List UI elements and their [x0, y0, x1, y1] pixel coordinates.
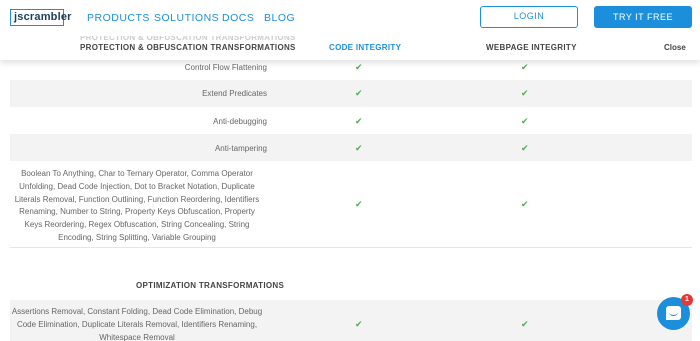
feature-label: Extend Predicates	[202, 89, 267, 98]
column-header-code-integrity: CODE INTEGRITY	[329, 43, 402, 52]
check-icon: ✔	[521, 199, 529, 209]
table-row: Boolean To Anything, Char to Ternary Ope…	[10, 161, 692, 248]
comparison-header: PROTECTION & OBFUSCATION TRANSFORMATIONS…	[0, 33, 700, 60]
check-icon: ✔	[355, 143, 363, 153]
check-icon: ✔	[355, 199, 363, 209]
feature-label: Anti-debugging	[213, 117, 267, 126]
check-icon: ✔	[355, 88, 363, 98]
check-icon: ✔	[355, 116, 363, 126]
check-icon: ✔	[521, 88, 529, 98]
table-row: Anti-debugging ✔ ✔	[10, 107, 692, 134]
top-navbar: jscrambler PRODUCTS SOLUTIONS DOCS BLOG …	[0, 0, 700, 36]
nav-solutions[interactable]: SOLUTIONS	[154, 12, 219, 24]
column-header-transformations: PROTECTION & OBFUSCATION TRANSFORMATIONS	[80, 43, 296, 52]
table-row: Assertions Removal, Constant Folding, De…	[10, 300, 692, 341]
try-it-free-button[interactable]: TRY IT FREE	[594, 6, 692, 28]
check-icon: ✔	[355, 62, 363, 72]
table-row: Anti-tampering ✔ ✔	[10, 134, 692, 161]
check-icon: ✔	[521, 319, 529, 329]
chat-icon	[666, 306, 681, 320]
feature-label: Boolean To Anything, Char to Ternary Ope…	[14, 169, 260, 242]
check-icon: ✔	[521, 143, 529, 153]
notification-badge: 1	[681, 294, 693, 306]
check-icon: ✔	[355, 319, 363, 329]
login-button[interactable]: LOGIN	[480, 6, 578, 28]
column-header-webpage-integrity: WEBPAGE INTEGRITY	[486, 43, 577, 52]
close-button[interactable]: Close	[664, 43, 686, 52]
nav-blog[interactable]: BLOG	[264, 12, 295, 24]
check-icon: ✔	[521, 62, 529, 72]
feature-label: Control Flow Flattening	[184, 63, 267, 72]
jscrambler-logo[interactable]: jscrambler	[10, 9, 71, 26]
feature-label: Assertions Removal, Constant Folding, De…	[11, 307, 263, 341]
section-title-optimization: OPTIMIZATION TRANSFORMATIONS	[136, 281, 285, 290]
nav-docs[interactable]: DOCS	[222, 12, 254, 24]
check-icon: ✔	[521, 116, 529, 126]
feature-label: Anti-tampering	[214, 144, 267, 153]
nav-products[interactable]: PRODUCTS	[87, 12, 150, 24]
table-row: Extend Predicates ✔ ✔	[10, 80, 692, 107]
